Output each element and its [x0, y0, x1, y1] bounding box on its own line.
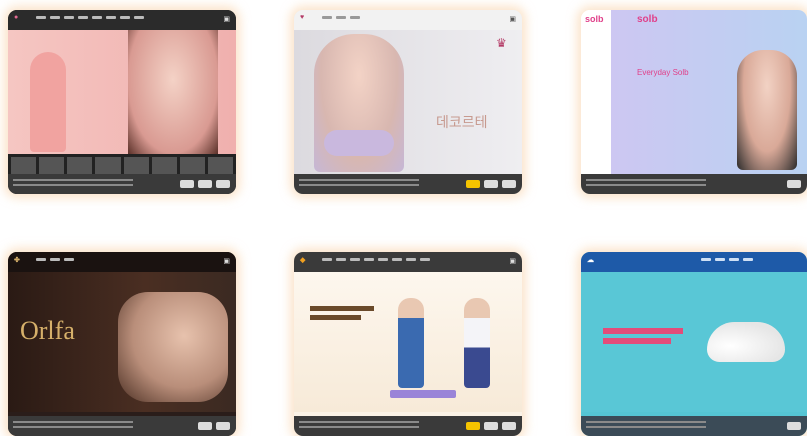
brand-logo: ♥: [300, 14, 305, 21]
brand-logo: solb: [585, 14, 604, 24]
brand-logo: ●: [14, 14, 19, 21]
nav-items: [36, 16, 144, 19]
nav-items: [322, 16, 360, 19]
thumbnail-nav-bar: ☁: [581, 252, 807, 272]
cart-icon: ▣: [223, 258, 230, 265]
brand-logo-hero: solb: [637, 14, 658, 25]
hero-banner: [581, 272, 807, 412]
footer: [294, 416, 522, 436]
site-thumbnail-6[interactable]: ☁: [581, 252, 807, 436]
footer: [581, 174, 807, 194]
brand-emblem: ♛: [496, 36, 507, 50]
cart-icon: ▣: [509, 258, 516, 265]
hero-text: 데코르테: [436, 114, 488, 130]
person-figure: [464, 298, 490, 388]
site-thumbnail-3[interactable]: solb solb Everyday Solb: [581, 10, 807, 194]
site-thumbnail-2[interactable]: ♥ ▣ 데코르테 ♛: [294, 10, 522, 194]
thumbnail-nav-bar: ♥ ▣: [294, 10, 522, 30]
nav-items: [36, 258, 74, 261]
hero-banner: [8, 30, 236, 154]
site-thumbnail-5[interactable]: ◆ ▣: [294, 252, 522, 436]
cart-icon: ▣: [509, 16, 516, 23]
site-thumbnail-4[interactable]: ✤ ▣ Orlfa: [8, 252, 236, 436]
bra-image: [324, 130, 394, 156]
brand-logo: ◆: [300, 257, 306, 264]
footer: [294, 174, 522, 194]
hero-banner: Orlfa: [8, 272, 236, 412]
bra-image: [707, 322, 785, 362]
thumbnail-nav-bar: ● ▣: [8, 10, 236, 30]
site-thumbnail-1[interactable]: ● ▣: [8, 10, 236, 194]
model-photo: [737, 50, 797, 170]
hero-banner: solb solb Everyday Solb: [581, 10, 807, 174]
headline-block: [310, 306, 374, 336]
model-photo: [118, 292, 228, 402]
hero-text: Everyday Solb: [637, 68, 689, 77]
brand-logo: ✤: [14, 257, 20, 264]
hero-banner: [294, 272, 522, 412]
model-photo: [128, 30, 218, 154]
person-figure: [398, 298, 424, 388]
hero-text: Orlfa: [20, 316, 75, 345]
footer: [581, 416, 807, 436]
model-photo: [30, 52, 66, 152]
yoga-mat: [390, 390, 456, 398]
hero-banner: 데코르테 ♛: [294, 30, 522, 174]
thumbnail-nav-bar: ✤ ▣: [8, 252, 236, 272]
footer: [8, 416, 236, 436]
headline-block: [603, 328, 683, 358]
brand-logo: ☁: [587, 257, 594, 264]
nav-items: [701, 258, 753, 261]
footer: [8, 174, 236, 194]
cart-icon: ▣: [223, 16, 230, 23]
nav-items: [322, 258, 430, 261]
thumbnail-nav-bar: ◆ ▣: [294, 252, 522, 272]
